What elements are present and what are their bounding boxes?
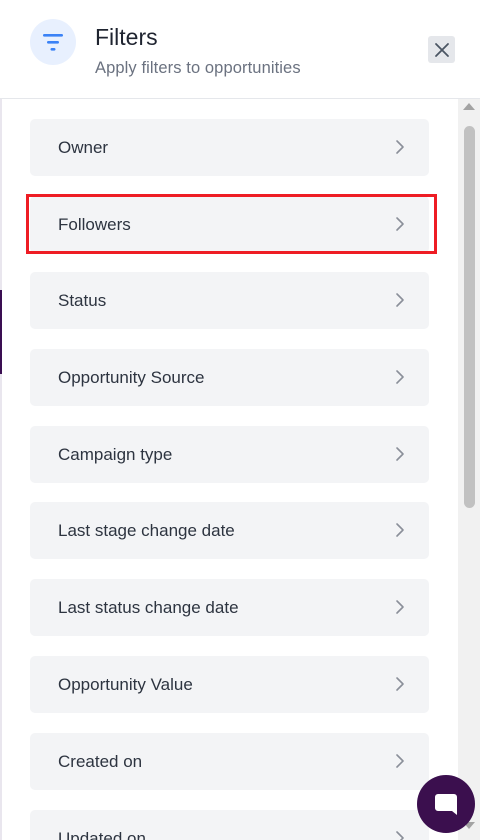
- filter-item-label: Updated on: [58, 828, 146, 840]
- panel-title: Filters: [95, 24, 158, 50]
- scrollbar-thumb[interactable]: [464, 126, 475, 508]
- filter-item-label: Followers: [58, 214, 131, 234]
- close-button[interactable]: [428, 36, 455, 63]
- filters-header: Filters Apply filters to opportunities: [0, 0, 480, 99]
- chat-launcher-button[interactable]: [417, 775, 475, 833]
- filter-item-label: Last status change date: [58, 597, 239, 617]
- filter-item-label: Campaign type: [58, 444, 173, 464]
- chevron-right-icon: [396, 370, 404, 384]
- filter-item-owner[interactable]: Owner: [30, 119, 429, 176]
- filter-item-opportunity-source[interactable]: Opportunity Source: [30, 349, 429, 406]
- filter-item-last-status-change-date[interactable]: Last status change date: [30, 579, 429, 636]
- filter-item-last-stage-change-date[interactable]: Last stage change date: [30, 502, 429, 559]
- panel-subtitle: Apply filters to opportunities: [95, 59, 301, 77]
- filter-item-updated-on[interactable]: Updated on: [30, 810, 429, 840]
- chat-icon: [435, 794, 457, 815]
- chevron-right-icon: [396, 677, 404, 691]
- filter-item-followers[interactable]: Followers: [30, 196, 429, 253]
- filter-item-campaign-type[interactable]: Campaign type: [30, 426, 429, 483]
- chevron-right-icon: [396, 600, 404, 614]
- chevron-right-icon: [396, 831, 404, 840]
- filter-item-label: Created on: [58, 751, 143, 771]
- filter-item-label: Owner: [58, 137, 109, 157]
- chevron-right-icon: [396, 754, 404, 768]
- filter-icon: [30, 19, 76, 65]
- chevron-right-icon: [396, 523, 404, 537]
- filter-item-opportunity-value[interactable]: Opportunity Value: [30, 656, 429, 713]
- filter-item-label: Opportunity Source: [58, 367, 205, 387]
- filter-item-label: Opportunity Value: [58, 674, 193, 694]
- filter-item-status[interactable]: Status: [30, 272, 429, 329]
- filter-item-created-on[interactable]: Created on: [30, 733, 429, 790]
- chevron-right-icon: [396, 447, 404, 461]
- close-icon: [434, 42, 449, 57]
- filter-list: Owner Followers Status Opportunity Sourc…: [0, 100, 458, 840]
- scroll-up-arrow-icon[interactable]: [463, 103, 475, 110]
- chevron-right-icon: [396, 217, 404, 231]
- filter-item-label: Status: [58, 290, 107, 310]
- chevron-right-icon: [396, 140, 404, 154]
- chevron-right-icon: [396, 293, 404, 307]
- filter-item-label: Last stage change date: [58, 520, 235, 540]
